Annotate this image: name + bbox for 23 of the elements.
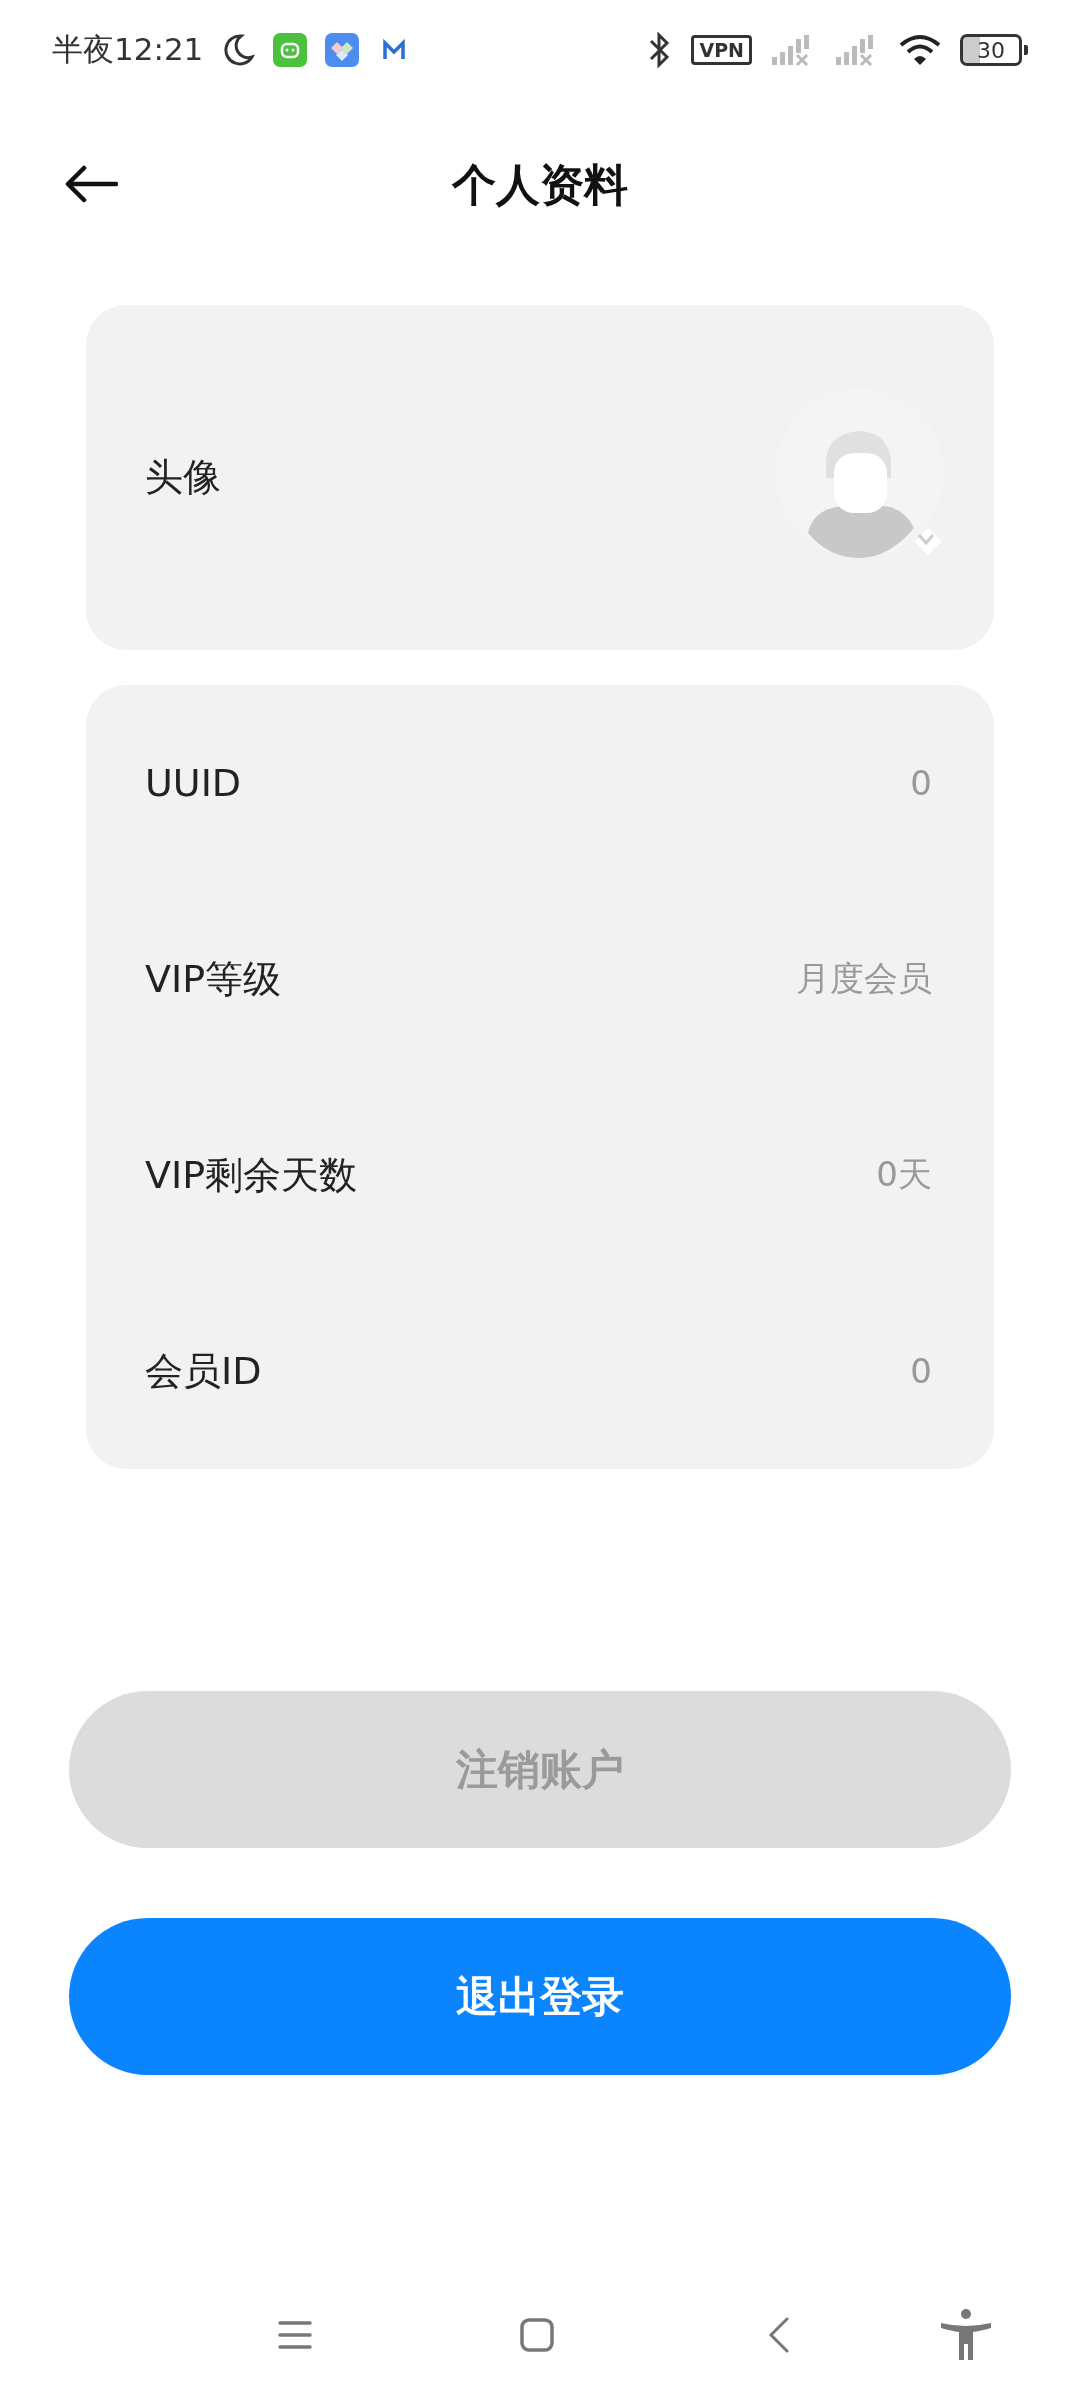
moon-icon bbox=[221, 33, 256, 67]
home-square-icon[interactable] bbox=[520, 2318, 554, 2352]
row-value: 月度会员 bbox=[796, 957, 932, 1000]
delete-account-button[interactable]: 注销账户 bbox=[69, 1691, 1011, 1848]
row-label: VIP等级 bbox=[145, 955, 282, 1003]
row-value: 0 bbox=[910, 763, 932, 803]
accessibility-icon[interactable] bbox=[940, 2309, 992, 2361]
diamonds-app-icon bbox=[325, 33, 360, 67]
menu-icon[interactable] bbox=[278, 2320, 312, 2350]
row-label: VIP剩余天数 bbox=[145, 1151, 358, 1199]
row-value: 0 bbox=[910, 1351, 932, 1391]
robot-app-icon bbox=[273, 33, 308, 67]
status-time: 半夜12:21 bbox=[52, 30, 204, 69]
back-arrow-icon[interactable] bbox=[64, 164, 118, 204]
row-label: UUID bbox=[145, 761, 242, 805]
row-value: 0天 bbox=[876, 1153, 932, 1196]
back-icon[interactable] bbox=[768, 2317, 790, 2353]
wifi-icon bbox=[898, 33, 942, 67]
vpn-badge: VPN bbox=[691, 35, 752, 65]
row-label: 会员ID bbox=[145, 1347, 262, 1395]
avatar-label: 头像 bbox=[145, 454, 221, 501]
logout-button[interactable]: 退出登录 bbox=[69, 1918, 1011, 2075]
page-title: 个人资料 bbox=[452, 157, 628, 212]
